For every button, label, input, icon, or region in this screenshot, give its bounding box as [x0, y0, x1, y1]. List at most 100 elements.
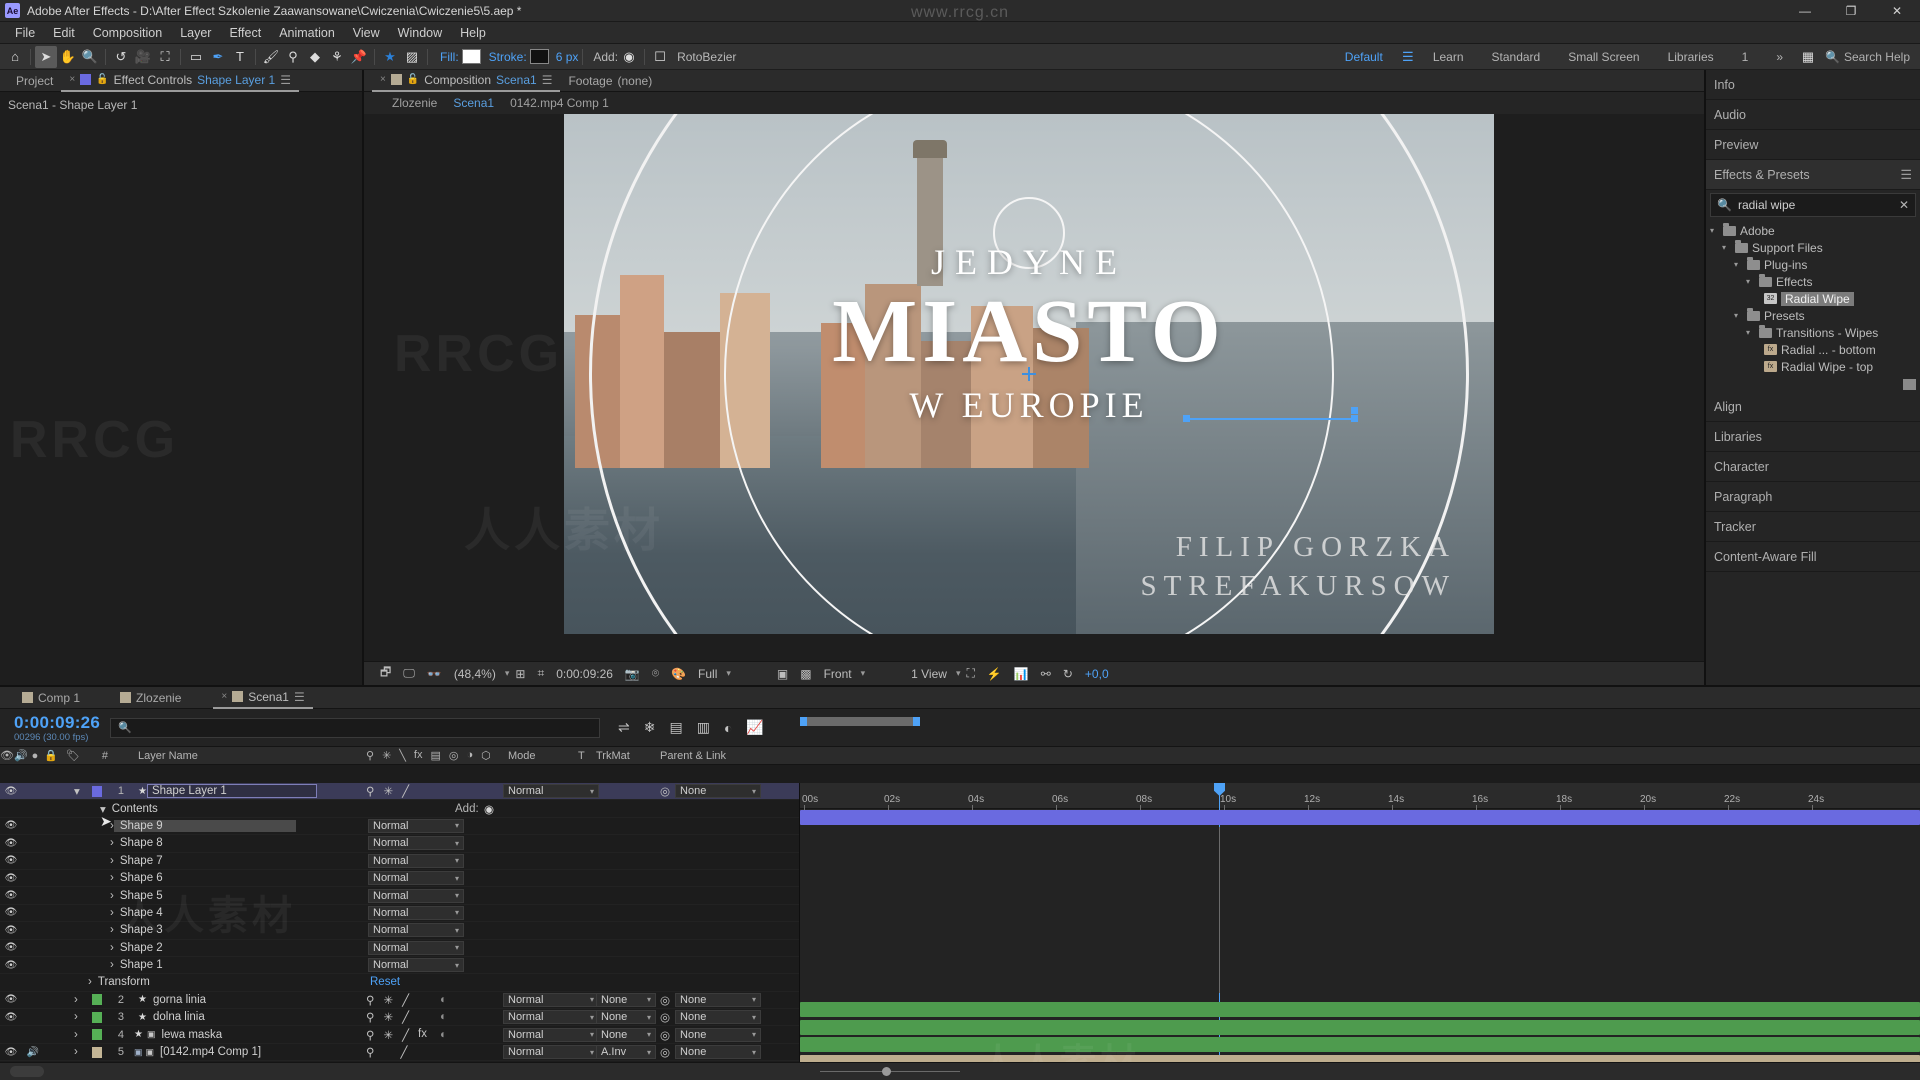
search-help-box[interactable]: 🔍 Search Help — [1819, 50, 1920, 64]
current-time-display[interactable]: 0:00:09:26 — [550, 667, 619, 681]
layer-bar-dolna-linia[interactable] — [800, 1020, 1920, 1035]
shy-icon[interactable]: ⚲ — [366, 1028, 374, 1042]
stroke-label[interactable]: Stroke: — [489, 50, 527, 64]
property-row-shape[interactable]: 👁 › Shape 5 Normal ▾ — [0, 887, 799, 905]
timeline-tracks[interactable]: 00s 02s 04s 06s 08s 10s 12s 14s 16s 18s … — [800, 783, 1920, 1062]
visibility-toggle-icon[interactable]: 👁 — [0, 960, 22, 971]
layer-switches[interactable]: ⚲ ╱ — [366, 1045, 407, 1059]
panel-menu-icon[interactable]: ☰ — [294, 690, 305, 704]
chevron-down-icon[interactable]: ▾ — [1746, 328, 1755, 337]
workspace-overflow-icon[interactable]: » — [1762, 50, 1797, 64]
text-icon[interactable]: T — [229, 46, 251, 68]
layer-bar-0142-comp-1[interactable] — [800, 1055, 1920, 1062]
property-row-shape[interactable]: 👁 › Shape 4 Normal ▾ — [0, 904, 799, 923]
shape-name[interactable]: Shape 5 — [114, 890, 296, 902]
stroke-swatch[interactable] — [529, 49, 549, 64]
minimize-button[interactable]: — — [1782, 0, 1828, 22]
tree-node-effects[interactable]: ▾ Effects — [1706, 273, 1920, 290]
visibility-toggle-icon[interactable]: 👁 — [0, 855, 22, 866]
panel-menu-icon[interactable]: ☰ — [1900, 167, 1912, 183]
panel-paragraph[interactable]: Paragraph — [1706, 482, 1920, 512]
shape-name[interactable]: Shape 4 — [114, 907, 296, 919]
toggle-switches-modes-button[interactable] — [10, 1066, 44, 1077]
quality-icon[interactable]: ╱ — [402, 1028, 409, 1042]
breadcrumb-item-comp1[interactable]: 0142.mp4 Comp 1 — [510, 96, 609, 110]
stroke-width-value[interactable]: 6 px — [556, 50, 579, 64]
rotate-icon[interactable]: ↺ — [110, 46, 132, 68]
panel-character[interactable]: Character — [1706, 452, 1920, 482]
draft-3d-icon[interactable]: ❄ — [644, 719, 656, 736]
panel-libraries[interactable]: Libraries — [1706, 422, 1920, 452]
timeline-search-input[interactable]: 🔍 — [110, 717, 600, 738]
mode-dropdown[interactable]: Normal ▾ — [503, 1045, 599, 1060]
layer-switches[interactable]: ⚲ ✳ ╱ fx — [366, 1028, 427, 1042]
graph-editor-icon[interactable]: 📈 — [746, 719, 763, 736]
selection-handle[interactable] — [1350, 414, 1358, 422]
label-color-swatch[interactable] — [92, 1029, 102, 1041]
mode-dropdown[interactable]: Normal ▾ — [368, 871, 464, 886]
clone-stamp-icon[interactable]: ⚲ — [282, 46, 304, 68]
tree-node-adobe[interactable]: ▾ Adobe — [1706, 222, 1920, 239]
menu-item-edit[interactable]: Edit — [44, 24, 84, 42]
selection-handle[interactable] — [1183, 414, 1191, 422]
shy-icon[interactable]: ⚲ — [366, 784, 374, 798]
magnification-value[interactable]: (48,4%) — [448, 667, 502, 681]
shape-name[interactable]: Shape 7 — [114, 855, 296, 867]
tree-node-radial-wipe-top[interactable]: fx Radial Wipe - top — [1706, 358, 1920, 375]
panel-content-aware-fill[interactable]: Content-Aware Fill — [1706, 542, 1920, 572]
shape-name[interactable]: Shape 9 — [113, 819, 296, 832]
reset-link[interactable]: Reset — [370, 976, 400, 988]
3d-glasses-icon[interactable]: 👓 — [421, 667, 448, 681]
rotobezier-label[interactable]: RotoBezier — [677, 50, 736, 64]
add-menu-icon[interactable]: ◉ — [484, 802, 494, 816]
layer-switches[interactable]: ⚲ ✳ ╱ — [366, 784, 409, 798]
property-row-shape[interactable]: 👁 › Shape 7 Normal ▾ — [0, 852, 799, 870]
collapse-icon[interactable]: ✳ — [383, 784, 393, 798]
layer-switches[interactable]: ⚲ ✳ ╱ — [366, 1010, 409, 1024]
parent-link[interactable]: ◎ None ▾ — [660, 992, 762, 1007]
workspace-learn[interactable]: Learn — [1419, 50, 1478, 64]
frame-blending-icon[interactable]: ▥ — [697, 719, 710, 736]
timeline-zoom-slider[interactable] — [820, 1067, 960, 1076]
layer-name[interactable]: gorna linia — [147, 994, 317, 1006]
zoom-icon[interactable]: 🔍 — [79, 46, 101, 68]
shy-icon[interactable]: ⚲ — [366, 1045, 374, 1059]
camera-icon[interactable]: 🎥 — [132, 46, 154, 68]
add-menu-icon[interactable]: ◉ — [618, 46, 640, 68]
panel-info[interactable]: Info — [1706, 70, 1920, 100]
layer-name[interactable]: dolna linia — [147, 1011, 317, 1023]
mode-dropdown[interactable]: Normal ▾ — [503, 992, 599, 1007]
layer-name[interactable]: Shape Layer 1 — [146, 784, 317, 799]
label-color-swatch[interactable] — [92, 994, 102, 1006]
time-display[interactable]: 0:00:09:26 00296 (30.00 fps) — [0, 713, 110, 743]
chevron-down-icon[interactable]: ▾ — [726, 668, 731, 679]
expand-twirl-icon[interactable]: › — [74, 1046, 92, 1058]
chevron-down-icon[interactable]: ▾ — [1710, 226, 1719, 235]
expand-twirl-icon[interactable]: ▾ — [74, 784, 92, 798]
layer-switches[interactable]: ⚲ ✳ ╱ — [366, 993, 409, 1007]
parent-link[interactable]: ◎ None ▾ — [660, 1010, 762, 1025]
mode-dropdown[interactable]: Normal ▾ — [368, 836, 464, 851]
selection-handle[interactable] — [1350, 406, 1358, 414]
puppet-pin-icon[interactable]: 📌 — [348, 46, 370, 68]
parent-dropdown[interactable]: None ▾ — [675, 784, 762, 799]
property-row-shape[interactable]: 👁 › Shape 9 Normal ▾ — [0, 817, 799, 836]
chevron-down-icon[interactable]: ▾ — [861, 668, 866, 679]
star-shape-icon[interactable]: ★ — [379, 46, 401, 68]
tab-footage[interactable]: Footage (none) — [560, 70, 660, 92]
pick-whip-icon[interactable]: ◎ — [660, 1010, 670, 1024]
layer-name[interactable]: [0142.mp4 Comp 1] — [154, 1046, 304, 1058]
collapse-icon[interactable]: ✳ — [383, 1010, 393, 1024]
visibility-toggle-icon[interactable]: 👁 — [0, 890, 22, 901]
parent-link[interactable]: ◎ None ▾ — [660, 1045, 762, 1060]
timeline-icon[interactable]: 📊 — [1008, 667, 1035, 681]
always-preview-icon[interactable]: 🗗 — [374, 663, 397, 684]
visibility-toggle-icon[interactable]: 👁 — [0, 942, 22, 953]
layer-bar-lewa-maska[interactable] — [800, 1037, 1920, 1052]
fill-label[interactable]: Fill: — [440, 50, 459, 64]
mode-dropdown[interactable]: Normal ▾ — [368, 853, 464, 868]
close-button[interactable]: ✕ — [1874, 0, 1920, 22]
selection-icon[interactable]: ➤ — [35, 45, 57, 68]
shy-icon[interactable]: ⚲ — [366, 1010, 374, 1024]
workspace-grid-icon[interactable]: ▦ — [1797, 46, 1819, 68]
